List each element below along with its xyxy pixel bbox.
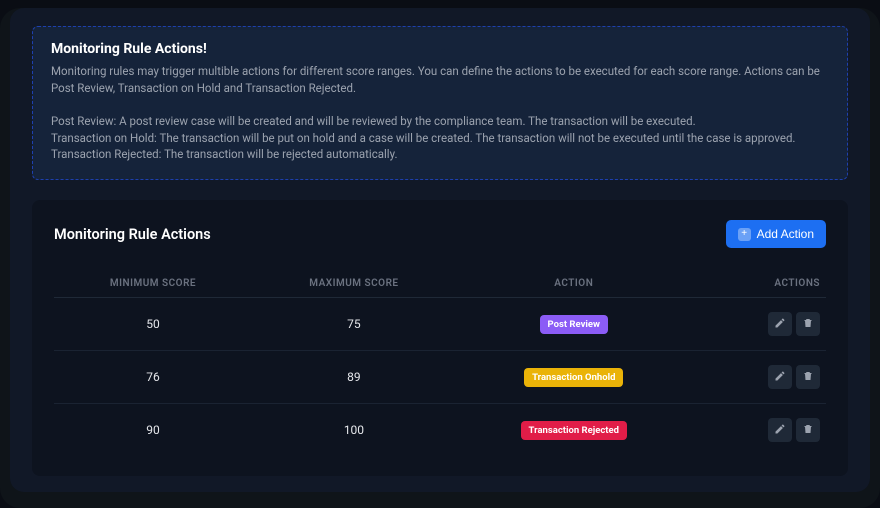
- cell-action: Transaction Rejected: [456, 404, 692, 457]
- delete-button[interactable]: [796, 418, 820, 442]
- pencil-icon: [774, 423, 786, 438]
- col-max: MAXIMUM SCORE: [252, 270, 456, 298]
- info-banner: Monitoring Rule Actions! Monitoring rule…: [32, 26, 848, 180]
- cell-max: 75: [252, 298, 456, 351]
- col-action: ACTION: [456, 270, 692, 298]
- trash-icon: [802, 370, 814, 385]
- cell-min: 50: [54, 298, 252, 351]
- info-banner-body: Monitoring rules may trigger multible ac…: [51, 63, 829, 163]
- cell-row-actions: [692, 404, 826, 457]
- cell-row-actions: [692, 298, 826, 351]
- table-row: 5075 Post Review: [54, 298, 826, 351]
- pencil-icon: [774, 370, 786, 385]
- action-badge: Post Review: [540, 315, 608, 334]
- card-title: Monitoring Rule Actions: [54, 226, 211, 243]
- cell-min: 90: [54, 404, 252, 457]
- delete-button[interactable]: [796, 365, 820, 389]
- plus-icon: +: [738, 228, 751, 241]
- table-row: 90100 Transaction Rejected: [54, 404, 826, 457]
- delete-button[interactable]: [796, 312, 820, 336]
- edit-button[interactable]: [768, 312, 792, 336]
- window-frame: Monitoring Rule Actions! Monitoring rule…: [0, 8, 880, 508]
- actions-table: MINIMUM SCORE MAXIMUM SCORE ACTION ACTIO…: [54, 270, 826, 456]
- cell-row-actions: [692, 351, 826, 404]
- cell-max: 100: [252, 404, 456, 457]
- add-action-button[interactable]: + Add Action: [726, 220, 826, 248]
- card-header: Monitoring Rule Actions + Add Action: [54, 220, 826, 248]
- info-banner-title: Monitoring Rule Actions!: [51, 41, 829, 57]
- cell-action: Transaction Onhold: [456, 351, 692, 404]
- actions-card: Monitoring Rule Actions + Add Action MIN…: [32, 200, 848, 476]
- col-min: MINIMUM SCORE: [54, 270, 252, 298]
- cell-min: 76: [54, 351, 252, 404]
- edit-button[interactable]: [768, 365, 792, 389]
- col-actions: ACTIONS: [692, 270, 826, 298]
- pencil-icon: [774, 317, 786, 332]
- action-badge: Transaction Rejected: [521, 421, 627, 440]
- trash-icon: [802, 317, 814, 332]
- trash-icon: [802, 423, 814, 438]
- page-content: Monitoring Rule Actions! Monitoring rule…: [10, 8, 870, 492]
- cell-max: 89: [252, 351, 456, 404]
- action-badge: Transaction Onhold: [524, 368, 623, 387]
- edit-button[interactable]: [768, 418, 792, 442]
- cell-action: Post Review: [456, 298, 692, 351]
- table-row: 7689 Transaction Onhold: [54, 351, 826, 404]
- add-action-label: Add Action: [757, 227, 814, 241]
